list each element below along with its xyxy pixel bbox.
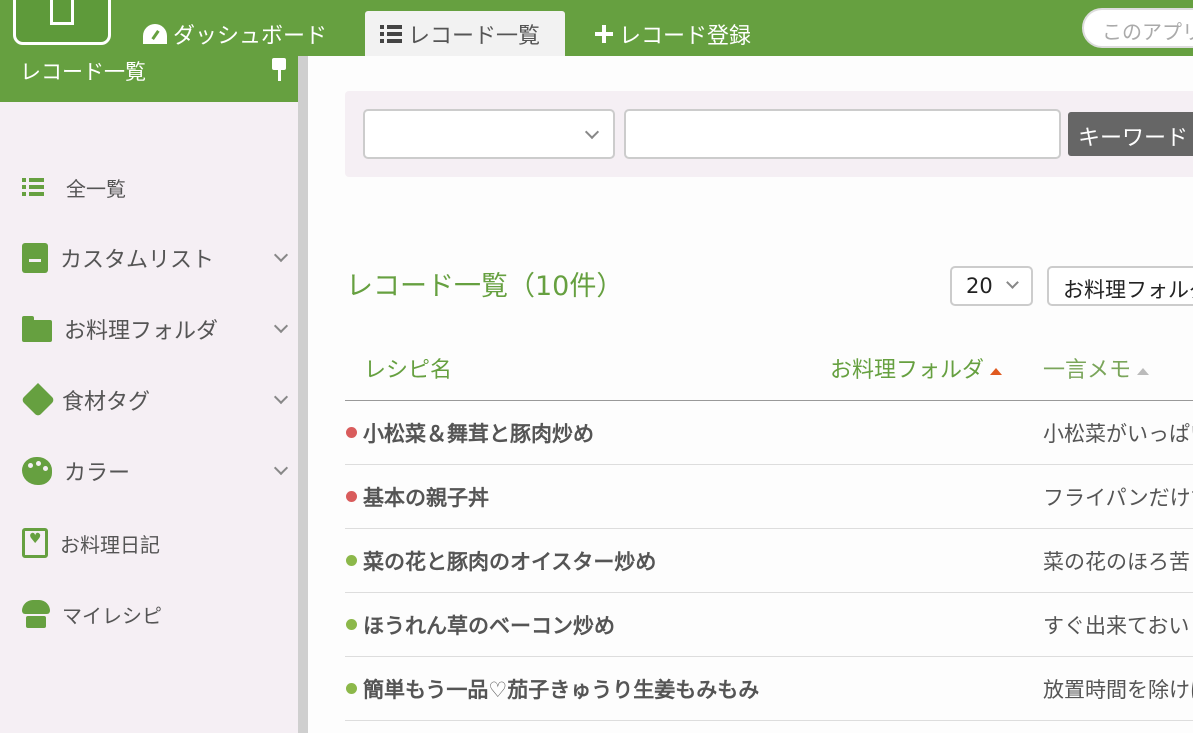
tab-record-register[interactable]: レコード登録 [580, 11, 766, 56]
tab-dashboard-label: ダッシュボード [173, 23, 328, 49]
chevron-down-icon [584, 124, 600, 140]
palette-icon [22, 457, 52, 485]
sidebar-item-ingredient-tag[interactable]: 食材タグ [21, 380, 292, 420]
sidebar-item-label: マイレシピ [62, 603, 162, 628]
page-title: レコード一覧（10件） [346, 271, 624, 302]
per-page-select[interactable]: 20 [950, 266, 1033, 306]
diary-icon [22, 528, 48, 558]
sidebar-item-label: 全一覧 [66, 176, 126, 201]
color-dot-icon [346, 683, 357, 694]
tab-record-list[interactable]: レコード一覧 [365, 11, 565, 56]
folder-filter-value: お料理フォルダ [1063, 278, 1193, 302]
color-dot-icon [346, 427, 357, 438]
gauge-icon [143, 23, 167, 44]
book-icon [22, 243, 48, 273]
tab-record-register-label: レコード登録 [619, 23, 752, 49]
memo-text: フライパンだけで [1043, 486, 1193, 510]
folder-icon [22, 316, 52, 342]
sort-asc-icon [1137, 367, 1150, 375]
list-icon [380, 24, 402, 43]
logo-icon [50, 0, 74, 25]
memo-text: 菜の花のほろ苦さ [1043, 550, 1193, 574]
chevron-down-icon[interactable] [273, 247, 289, 263]
recipe-name-link[interactable]: 簡単もう一品♡茄子きゅうり生姜もみもみ [363, 674, 759, 704]
tab-dashboard[interactable]: ダッシュボード [128, 11, 342, 56]
tab-record-list-label: レコード一覧 [408, 23, 541, 49]
tag-icon [21, 383, 55, 417]
sidebar-scrollbar[interactable] [298, 56, 308, 733]
keyword-input[interactable] [624, 109, 1061, 159]
sidebar-item-label: お料理日記 [60, 532, 160, 557]
column-header-label: お料理フォルダ [830, 358, 985, 383]
sidebar-item-my-recipe[interactable]: マイレシピ [22, 594, 292, 634]
recipe-name-link[interactable]: 小松菜＆舞茸と豚肉炒め [363, 418, 594, 448]
color-dot-icon [346, 619, 357, 630]
app-search-placeholder: このアプリ [1102, 20, 1193, 44]
sort-asc-icon [990, 367, 1003, 375]
memo-text: 小松菜がいっぱい [1043, 422, 1193, 446]
sidebar-header: レコード一覧 [0, 56, 298, 102]
memo-text: すぐ出来ておいし [1043, 614, 1193, 638]
column-header-recipe-name[interactable]: レシピ名 [364, 352, 452, 384]
chevron-down-icon[interactable] [273, 389, 289, 405]
pin-icon[interactable] [268, 58, 290, 82]
table-row[interactable]: ほうれん草のベーコン炒め すぐ出来ておいし [345, 593, 1193, 657]
app-logo[interactable] [13, 0, 111, 45]
sidebar-item-color[interactable]: カラー [22, 451, 292, 491]
color-dot-icon [346, 555, 357, 566]
sidebar-item-label: カラー [64, 461, 131, 486]
column-header-label: レシピ名 [364, 358, 453, 383]
table-row[interactable]: 小松菜＆舞茸と豚肉炒め 小松菜がいっぱい [345, 401, 1193, 465]
table-row[interactable]: 簡単もう一品♡茄子きゅうり生姜もみもみ 放置時間を除けば [345, 657, 1193, 721]
column-header-memo[interactable]: 一言メモ [1043, 352, 1150, 384]
recipe-name-link[interactable]: 基本の親子丼 [363, 482, 489, 512]
sidebar-item-custom-list[interactable]: カスタムリスト [22, 238, 292, 278]
recipe-name-link[interactable]: ほうれん草のベーコン炒め [363, 610, 615, 640]
sidebar-item-label: カスタムリスト [60, 248, 215, 273]
sidebar-item-cooking-diary[interactable]: お料理日記 [22, 523, 292, 563]
chevron-down-icon [1006, 276, 1019, 289]
sidebar-item-cooking-folder[interactable]: お料理フォルダ [22, 309, 292, 349]
keyword-search-button[interactable]: キーワード [1068, 112, 1193, 156]
column-header-cooking-folder[interactable]: お料理フォルダ [830, 352, 1003, 384]
column-header-label: 一言メモ [1043, 358, 1132, 383]
top-bar: ダッシュボード レコード一覧 レコード登録 このアプリ [0, 0, 1193, 56]
app-search-input[interactable]: このアプリ [1082, 8, 1193, 48]
recipe-name-link[interactable]: 菜の花と豚肉のオイスター炒め [363, 546, 656, 576]
sidebar-item-label: 食材タグ [62, 390, 151, 415]
chevron-down-icon[interactable] [273, 318, 289, 334]
plus-icon [595, 24, 613, 43]
chef-hat-icon [22, 600, 50, 628]
chevron-down-icon[interactable] [273, 460, 289, 476]
list-icon [22, 173, 54, 201]
sidebar-item-all[interactable]: 全一覧 [22, 167, 292, 207]
memo-text: 放置時間を除けば [1043, 678, 1193, 702]
sidebar-item-label: お料理フォルダ [64, 319, 219, 344]
per-page-value: 20 [966, 274, 993, 298]
table-row[interactable]: 基本の親子丼 フライパンだけで [345, 465, 1193, 529]
color-dot-icon [346, 491, 357, 502]
sidebar-title: レコード一覧 [20, 60, 146, 84]
folder-filter-select[interactable]: お料理フォルダ [1047, 266, 1193, 306]
table-row[interactable]: 菜の花と豚肉のオイスター炒め 菜の花のほろ苦さ [345, 529, 1193, 593]
search-field-select[interactable] [363, 109, 615, 159]
